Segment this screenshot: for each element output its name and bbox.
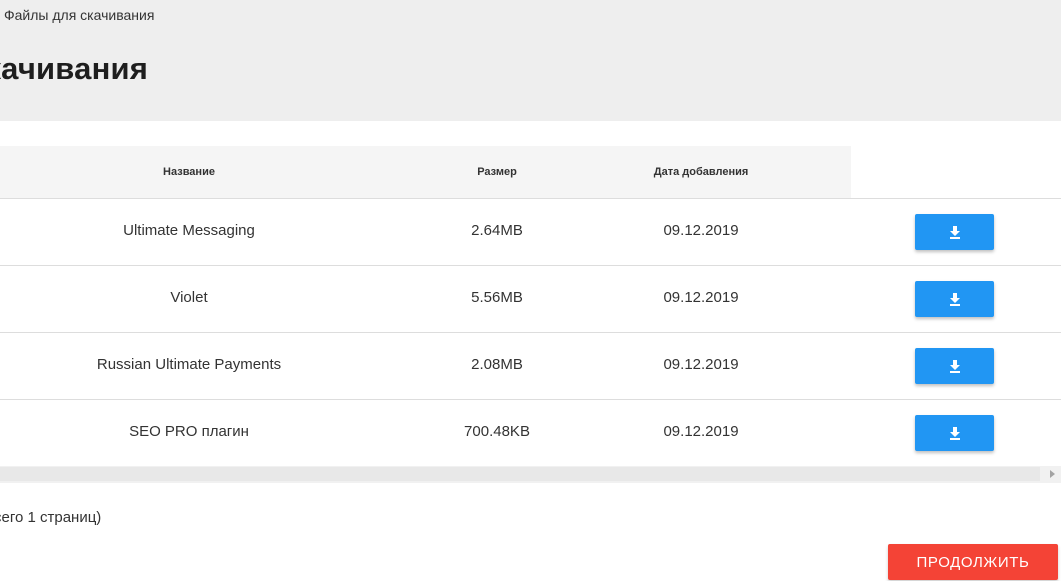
download-icon [949, 360, 960, 373]
download-icon [949, 226, 960, 239]
file-size: 2.64MB [471, 222, 523, 239]
file-size: 5.56MB [471, 289, 523, 306]
download-icon [949, 293, 960, 306]
download-button[interactable] [915, 214, 994, 250]
horizontal-scrollbar[interactable] [0, 466, 1061, 483]
file-date: 09.12.2019 [663, 289, 739, 306]
column-header-date: Дата добавления [653, 166, 749, 178]
column-header-name: Название [163, 166, 215, 178]
row-divider [0, 265, 1061, 266]
file-name: Russian Ultimate Payments [96, 356, 282, 373]
download-button[interactable] [915, 281, 994, 317]
pagination-info: сего 1 страниц) [0, 509, 102, 526]
file-date: 09.12.2019 [663, 423, 739, 440]
breadcrumb-current: Файлы для скачивания [4, 7, 155, 23]
scroll-right-arrow-icon[interactable] [1050, 470, 1055, 478]
file-size: 700.48KB [464, 423, 530, 440]
column-header-size: Размер [477, 166, 517, 178]
file-size: 2.08MB [471, 356, 523, 373]
row-divider [0, 198, 1061, 199]
download-icon [949, 427, 960, 440]
row-divider [0, 399, 1061, 400]
file-name: Ultimate Messaging [123, 222, 255, 239]
file-name: SEO PRO плагин [129, 423, 249, 440]
file-date: 09.12.2019 [663, 356, 739, 373]
file-name: Violet [170, 289, 208, 306]
page-header: Файлы для скачивания скачивания [0, 0, 1061, 121]
row-divider [0, 332, 1061, 333]
scrollbar-thumb[interactable] [0, 467, 1040, 481]
file-date: 09.12.2019 [663, 222, 739, 239]
continue-button[interactable]: ПРОДОЛЖИТЬ [888, 544, 1058, 580]
breadcrumb: Файлы для скачивания [4, 7, 154, 23]
download-button[interactable] [915, 348, 994, 384]
page-title: скачивания [0, 51, 149, 86]
download-button[interactable] [915, 415, 994, 451]
